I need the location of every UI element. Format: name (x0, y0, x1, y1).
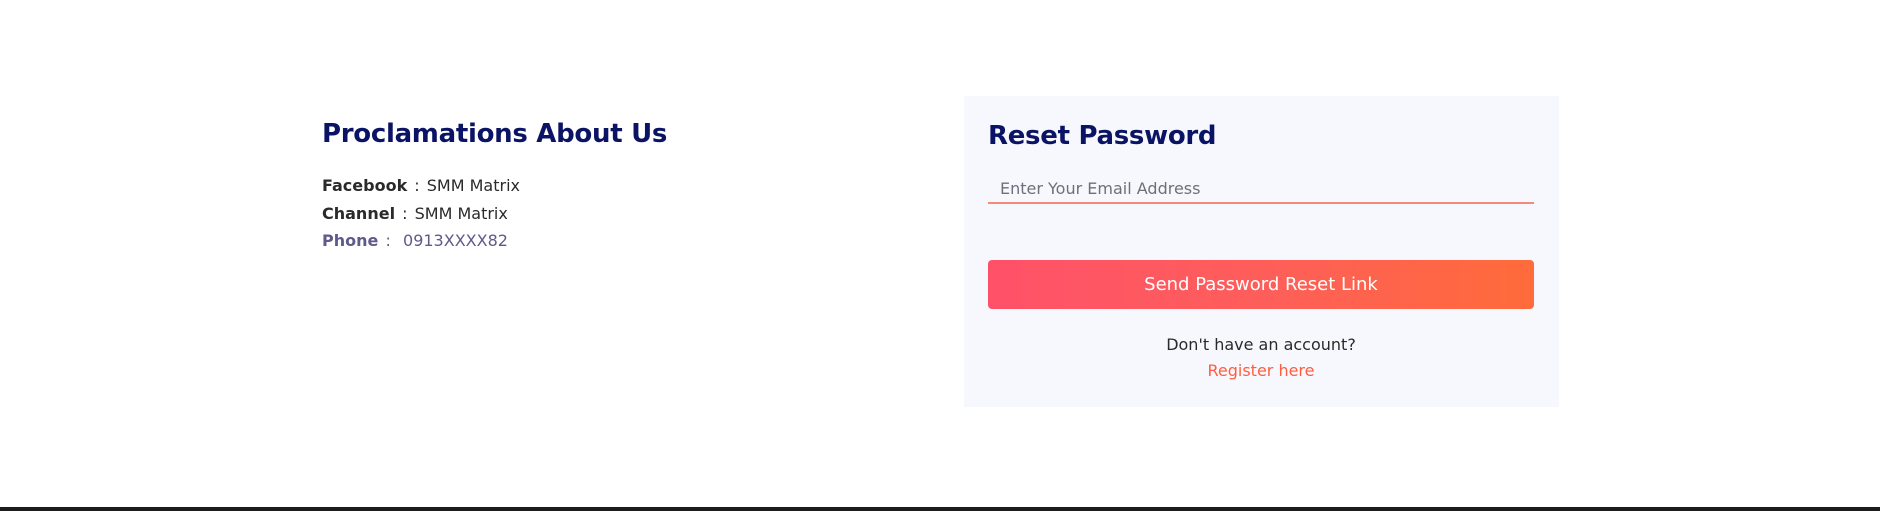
contact-phone-sep: : (380, 231, 402, 250)
contact-facebook: Facebook : SMM Matrix (322, 172, 882, 200)
no-account-text: Don't have an account? (1166, 335, 1356, 354)
contact-list: Facebook : SMM Matrix Channel : SMM Matr… (322, 172, 882, 255)
about-section: Proclamations About Us Facebook : SMM Ma… (322, 116, 882, 255)
reset-password-title: Reset Password (988, 121, 1217, 151)
contact-phone-key: Phone (322, 231, 379, 250)
register-link[interactable]: Register here (1207, 358, 1314, 384)
reset-password-card: Reset Password Send Password Reset Link … (964, 96, 1559, 407)
contact-facebook-key: Facebook (322, 176, 408, 195)
register-prompt: Don't have an account? Register here (988, 332, 1534, 384)
page: Proclamations About Us Facebook : SMM Ma… (0, 0, 1880, 511)
send-reset-link-button[interactable]: Send Password Reset Link (988, 260, 1534, 309)
contact-channel-sep: : (397, 203, 413, 223)
contact-channel-value: SMM Matrix (414, 203, 508, 223)
contact-channel-key: Channel (322, 203, 396, 223)
about-title: Proclamations About Us (322, 119, 668, 149)
contact-facebook-sep: : (409, 176, 425, 195)
contact-phone: Phone : 0913XXXX82 (322, 227, 882, 255)
contact-facebook-value: SMM Matrix (426, 176, 520, 195)
footer-strip (0, 507, 1880, 511)
email-input[interactable] (988, 174, 1534, 204)
contact-phone-value: 0913XXXX82 (403, 231, 508, 250)
contact-channel: Channel : SMM Matrix (322, 200, 882, 228)
